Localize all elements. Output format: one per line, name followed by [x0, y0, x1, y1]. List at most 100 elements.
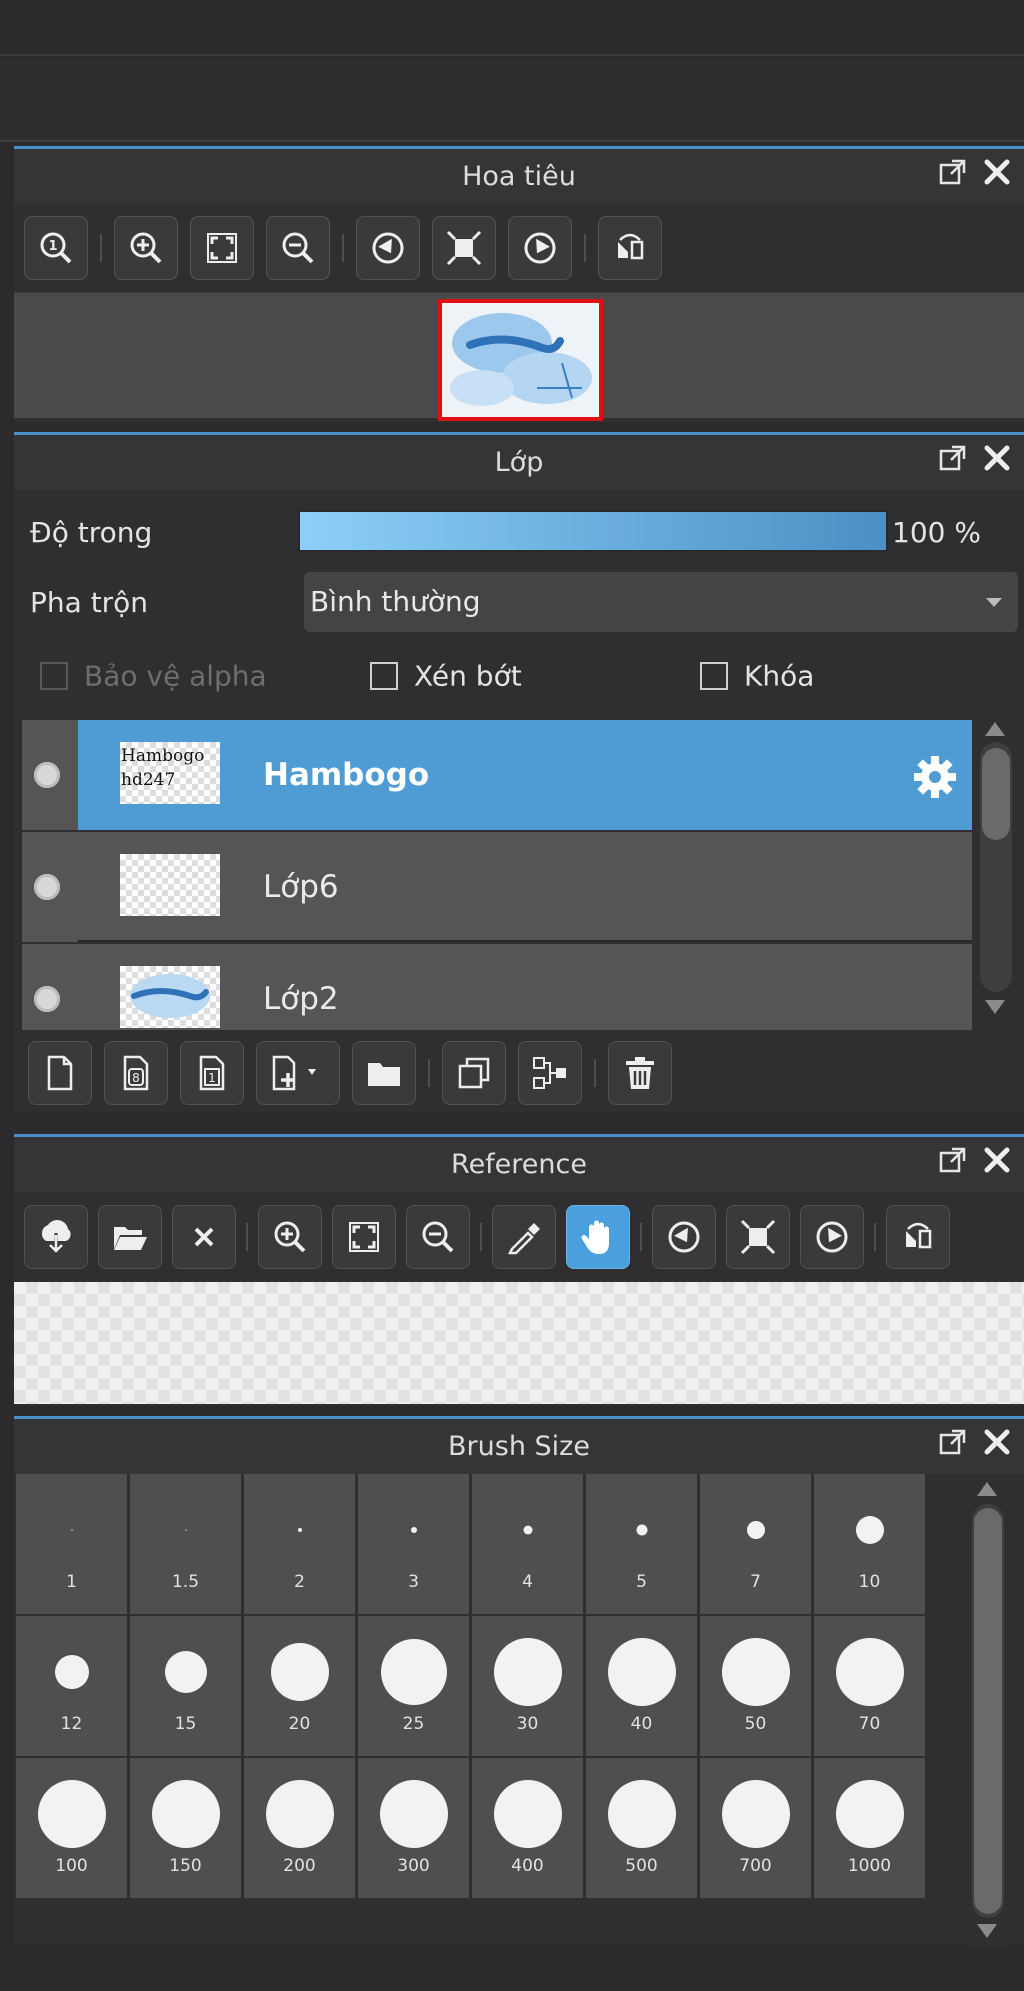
layer-item[interactable]: Lớp2	[22, 944, 972, 1030]
flip-horizontal-button[interactable]	[886, 1205, 950, 1269]
brush-size-item[interactable]: 15	[130, 1616, 241, 1756]
brush-size-item[interactable]: 300	[358, 1758, 469, 1898]
new-8bit-layer-icon: 8	[123, 1055, 149, 1091]
brush-size-item[interactable]: 100	[16, 1758, 127, 1898]
scroll-down-arrow-icon[interactable]	[977, 1924, 997, 1938]
blend-mode-dropdown[interactable]: Bình thường	[304, 572, 1018, 632]
brush-size-item[interactable]: 700	[700, 1758, 811, 1898]
fit-screen-button[interactable]	[190, 216, 254, 280]
fit-screen-button[interactable]	[332, 1205, 396, 1269]
zoom-in-button[interactable]	[258, 1205, 322, 1269]
brush-size-item[interactable]: 10	[814, 1474, 925, 1614]
panel-title: Lớp	[494, 447, 544, 478]
close-icon[interactable]	[982, 1145, 1012, 1179]
brush-size-item[interactable]: 30	[472, 1616, 583, 1756]
layer-list-scrollbar[interactable]	[972, 718, 1018, 1020]
brush-size-scrollbar[interactable]	[964, 1478, 1010, 1948]
duplicate-layer-button[interactable]	[442, 1041, 506, 1105]
popout-icon[interactable]	[938, 1145, 968, 1179]
open-reference-button[interactable]	[98, 1205, 162, 1269]
new-layer-button[interactable]	[28, 1041, 92, 1105]
brush-size-item[interactable]: 150	[130, 1758, 241, 1898]
brush-size-item[interactable]: 1.5	[130, 1474, 241, 1614]
popout-icon[interactable]	[938, 443, 968, 477]
brush-size-item[interactable]: 500	[586, 1758, 697, 1898]
import-reference-button[interactable]	[24, 1205, 88, 1269]
brush-dot-icon	[746, 1521, 765, 1539]
layer-visibility-toggle[interactable]	[22, 832, 78, 942]
scrollbar-thumb[interactable]	[974, 1508, 1002, 1914]
zoom-out-button[interactable]	[406, 1205, 470, 1269]
eyedropper-button[interactable]	[492, 1205, 556, 1269]
brush-size-item[interactable]: 5	[586, 1474, 697, 1614]
scroll-up-arrow-icon[interactable]	[985, 722, 1005, 736]
clipping-checkbox[interactable]: Xén bớt	[370, 658, 522, 693]
svg-text:1: 1	[48, 239, 57, 254]
brush-size-item[interactable]: 400	[472, 1758, 583, 1898]
add-layer-menu-button[interactable]	[256, 1041, 340, 1105]
fit-canvas-button[interactable]	[726, 1205, 790, 1269]
layer-visibility-toggle[interactable]	[22, 944, 78, 1030]
brush-size-item[interactable]: 12	[16, 1616, 127, 1756]
svg-text:1: 1	[208, 1071, 216, 1085]
rotate-right-icon	[524, 232, 556, 264]
scroll-down-arrow-icon[interactable]	[985, 1000, 1005, 1014]
brush-size-item[interactable]: 1000	[814, 1758, 925, 1898]
protect-alpha-checkbox[interactable]: Bảo vệ alpha	[40, 658, 267, 693]
new-folder-button[interactable]	[352, 1041, 416, 1105]
navigator-panel: Hoa tiêu 1	[14, 146, 1024, 422]
brush-dot-icon	[151, 1780, 220, 1848]
fit-canvas-button[interactable]	[432, 216, 496, 280]
layer-toolbar: 8 1	[28, 1038, 672, 1108]
gear-icon[interactable]	[912, 754, 958, 800]
rotate-right-button[interactable]	[508, 216, 572, 280]
scroll-up-arrow-icon[interactable]	[977, 1482, 997, 1496]
brush-size-label: 2	[294, 1572, 305, 1592]
layer-item[interactable]: Lớp6	[22, 832, 972, 942]
rotate-left-button[interactable]	[652, 1205, 716, 1269]
brush-size-item[interactable]: 1	[16, 1474, 127, 1614]
zoom-out-button[interactable]	[266, 216, 330, 280]
visibility-dot-icon	[34, 762, 60, 788]
layer-item[interactable]: Hambogo hd247 Hambogo	[22, 720, 972, 830]
brush-size-label: 500	[625, 1856, 658, 1876]
brush-size-item[interactable]: 4	[472, 1474, 583, 1614]
popout-icon[interactable]	[938, 157, 968, 191]
zoom-in-button[interactable]	[114, 216, 178, 280]
brush-size-item[interactable]: 25	[358, 1616, 469, 1756]
new-8bit-layer-button[interactable]: 8	[104, 1041, 168, 1105]
brush-size-item[interactable]: 3	[358, 1474, 469, 1614]
scrollbar-thumb[interactable]	[982, 748, 1010, 840]
hand-tool-button[interactable]	[566, 1205, 630, 1269]
close-reference-button[interactable]	[172, 1205, 236, 1269]
navigator-toolbar: 1	[14, 204, 1024, 292]
brush-dot-icon	[721, 1638, 790, 1706]
rotate-right-button[interactable]	[800, 1205, 864, 1269]
close-icon[interactable]	[982, 1427, 1012, 1461]
close-icon[interactable]	[982, 443, 1012, 477]
new-1bit-layer-button[interactable]: 1	[180, 1041, 244, 1105]
close-icon[interactable]	[982, 157, 1012, 191]
brush-size-item[interactable]: 20	[244, 1616, 355, 1756]
brush-size-item[interactable]: 7	[700, 1474, 811, 1614]
navigator-preview[interactable]	[14, 292, 1024, 421]
brush-size-item[interactable]: 70	[814, 1616, 925, 1756]
panel-title: Reference	[451, 1149, 587, 1180]
brush-size-item[interactable]: 200	[244, 1758, 355, 1898]
merge-down-button[interactable]	[518, 1041, 582, 1105]
zoom-out-icon	[422, 1221, 454, 1253]
navigator-viewport-box[interactable]	[438, 299, 603, 421]
popout-icon[interactable]	[938, 1427, 968, 1461]
zoom-actual-button[interactable]: 1	[24, 216, 88, 280]
layer-visibility-toggle[interactable]	[22, 720, 78, 830]
lock-checkbox[interactable]: Khóa	[700, 658, 814, 693]
brush-size-item[interactable]: 50	[700, 1616, 811, 1756]
delete-layer-button[interactable]	[608, 1041, 672, 1105]
zoom-in-icon	[130, 232, 162, 264]
brush-size-item[interactable]: 2	[244, 1474, 355, 1614]
brush-size-item[interactable]: 40	[586, 1616, 697, 1756]
opacity-slider[interactable]	[298, 510, 888, 552]
reference-canvas[interactable]	[14, 1282, 1024, 1404]
rotate-left-button[interactable]	[356, 216, 420, 280]
flip-horizontal-button[interactable]	[598, 216, 662, 280]
